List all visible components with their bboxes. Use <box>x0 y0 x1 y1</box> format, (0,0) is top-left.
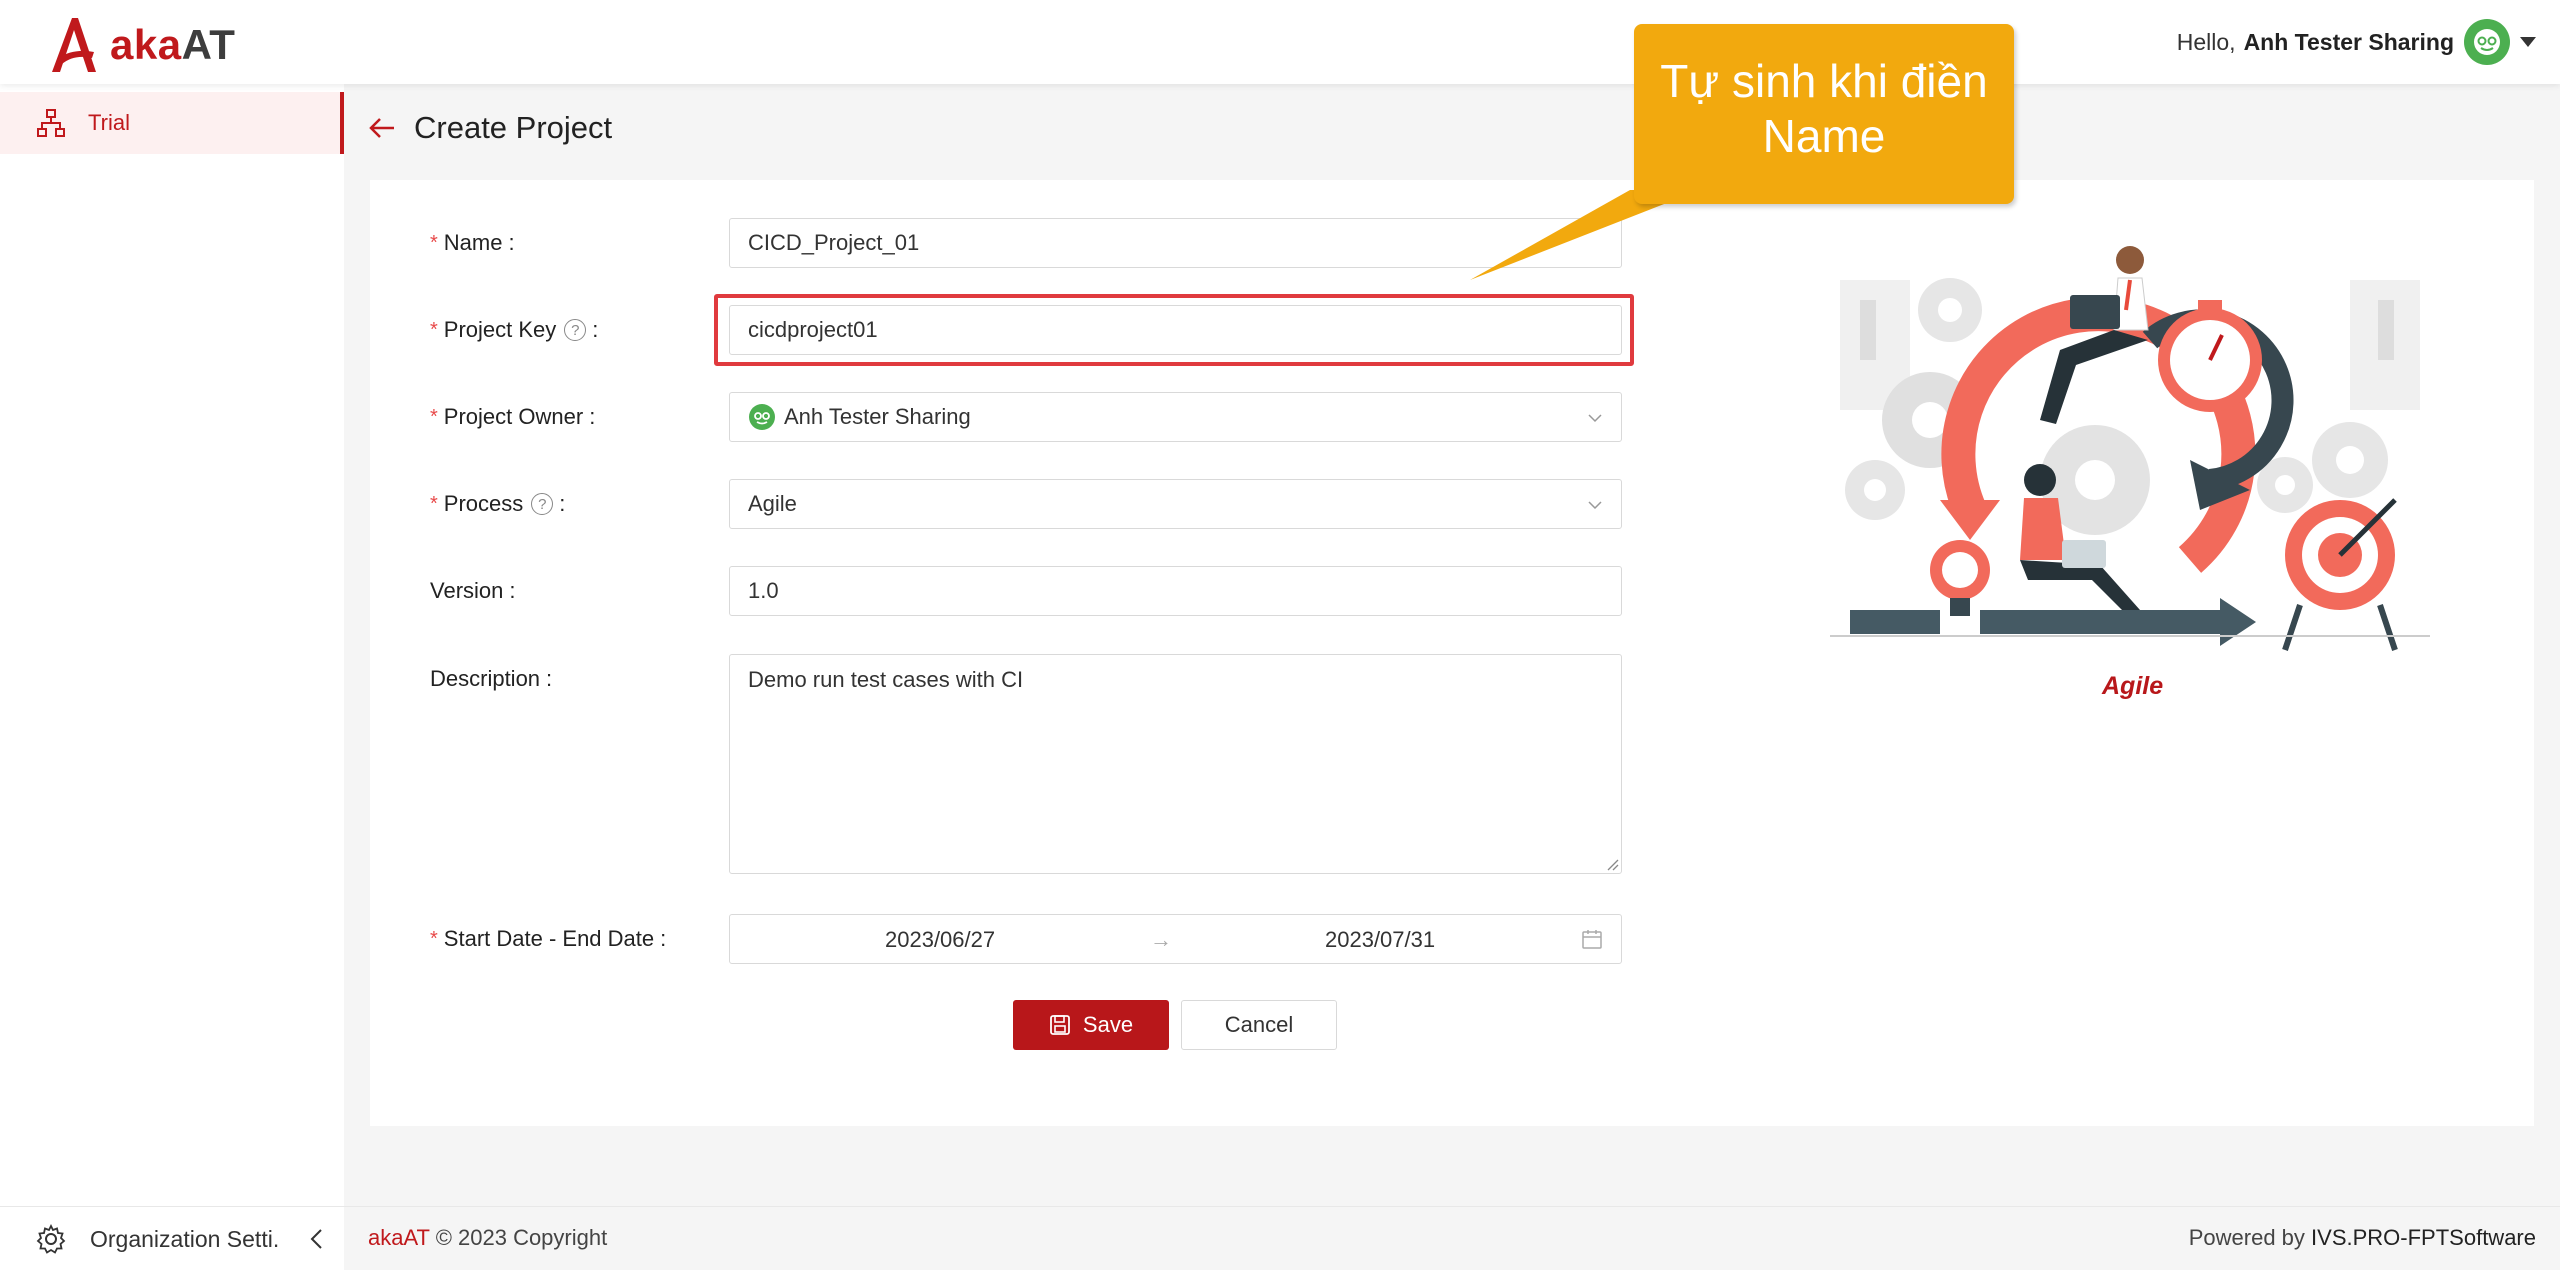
akaat-logo[interactable]: akaAT <box>44 12 235 78</box>
name-value: CICD_Project_01 <box>748 230 920 255</box>
footer-brand: akaAT <box>368 1225 430 1250</box>
copyright-text: © 2023 Copyright <box>435 1225 608 1250</box>
avatar[interactable] <box>2464 19 2510 65</box>
powered-prefix: Powered by <box>2188 1225 2305 1250</box>
start-date[interactable]: 2023/06/27 <box>885 927 995 953</box>
process-label-text: Process <box>443 491 524 516</box>
help-icon[interactable]: ? <box>531 493 554 515</box>
greeting: Hello, <box>2176 28 2236 55</box>
colon: : <box>508 230 515 255</box>
process-label: * Process ? : <box>430 479 565 529</box>
version-label-text: Version <box>430 578 504 603</box>
colon: : <box>660 926 667 951</box>
date-range-picker[interactable]: 2023/06/27 → 2023/07/31 <box>729 914 1622 964</box>
process-value: Agile <box>748 491 797 516</box>
required-mark: * <box>430 927 438 950</box>
powered-by: Powered by IVS.PRO-FPTSoftware <box>2189 1225 2536 1251</box>
project-key-label-text: Project Key <box>443 317 557 342</box>
logo-text: akaAT <box>110 21 235 69</box>
callout-line2: Name <box>1762 110 1886 162</box>
colon: : <box>546 666 553 691</box>
logo-mark-icon <box>52 18 96 72</box>
footer: Organization Setti... akaAT © 2023 Copyr… <box>0 1206 2560 1270</box>
chevron-down-icon <box>1588 414 1602 423</box>
organization-settings-label: Organization Setti... <box>90 1225 280 1252</box>
project-owner-label: * Project Owner : <box>430 392 595 442</box>
save-button[interactable]: Save <box>1013 1000 1169 1050</box>
user-name: Anh Tester Sharing <box>2243 28 2454 55</box>
help-icon[interactable]: ? <box>564 319 587 341</box>
organization-settings[interactable]: Organization Setti... <box>0 1207 344 1270</box>
sidebar-item-trial[interactable]: Trial <box>0 92 344 154</box>
colon: : <box>559 491 566 516</box>
description-textarea[interactable]: Demo run test cases with CI <box>729 654 1622 874</box>
annotation-callout: Tự sinh khi điền Name <box>1634 24 2014 204</box>
logo-at: AT <box>181 21 236 68</box>
back-arrow-icon[interactable] <box>368 114 396 142</box>
date-arrow-icon: → <box>1150 927 1172 952</box>
required-mark: * <box>430 405 438 428</box>
chevron-down-icon <box>1588 501 1602 510</box>
highlight-box <box>714 294 1634 366</box>
logo-aka: aka <box>110 21 182 68</box>
project-owner-value: Anh Tester Sharing <box>784 404 971 429</box>
copyright: akaAT © 2023 Copyright <box>368 1225 607 1251</box>
end-date[interactable]: 2023/07/31 <box>1325 927 1435 953</box>
description-value: Demo run test cases with CI <box>748 667 1024 692</box>
agile-illustration <box>1830 246 2430 651</box>
owner-avatar-icon <box>749 404 775 430</box>
sidebar: Trial <box>0 84 344 1206</box>
agile-caption: Agile <box>2102 672 2164 700</box>
sitemap-icon <box>37 109 65 137</box>
colon: : <box>589 404 596 429</box>
save-label: Save <box>1082 1012 1134 1037</box>
colon: : <box>592 317 599 342</box>
gear-icon <box>36 1224 66 1254</box>
process-select[interactable]: Agile <box>729 479 1622 529</box>
version-input[interactable]: 1.0 <box>729 566 1622 616</box>
project-owner-label-text: Project Owner <box>443 404 584 429</box>
dates-label-text: Start Date - End Date <box>443 926 655 951</box>
avatar-face-icon <box>2474 29 2500 55</box>
callout-line1: Tự sinh khi điền <box>1660 55 1988 107</box>
calendar-icon <box>1582 930 1602 949</box>
name-label-text: Name <box>443 230 503 255</box>
cancel-button[interactable]: Cancel <box>1181 1000 1337 1050</box>
collapse-sidebar-icon[interactable] <box>308 1228 326 1250</box>
required-mark: * <box>430 492 438 515</box>
version-label: Version : <box>430 566 516 616</box>
resize-handle-icon[interactable] <box>1605 857 1619 871</box>
dates-label: * Start Date - End Date : <box>430 914 666 964</box>
project-key-label: * Project Key ? : <box>430 305 598 355</box>
user-menu[interactable]: Hello, Anh Tester Sharing <box>2177 18 2536 66</box>
page-title: Create Project <box>368 110 612 146</box>
save-icon <box>1050 1015 1070 1035</box>
cancel-label: Cancel <box>1224 1012 1294 1037</box>
name-label: * Name : <box>430 218 515 268</box>
description-label-text: Description <box>430 666 541 691</box>
top-header: akaAT Hello, Anh Tester Sharing <box>0 0 2560 84</box>
page-title-text: Create Project <box>414 110 613 145</box>
description-label: Description : <box>430 654 552 704</box>
required-mark: * <box>430 318 438 341</box>
required-mark: * <box>430 231 438 254</box>
sidebar-item-label: Trial <box>88 110 130 135</box>
callout-tail <box>1470 190 1700 280</box>
colon: : <box>509 578 516 603</box>
project-owner-select[interactable]: Anh Tester Sharing <box>729 392 1622 442</box>
version-value: 1.0 <box>748 578 779 603</box>
create-project-form: * Name : CICD_Project_01 * Project Key ?… <box>370 180 2534 1126</box>
powered-name: IVS.PRO-FPTSoftware <box>2311 1225 2536 1250</box>
caret-down-icon[interactable] <box>2520 37 2536 47</box>
